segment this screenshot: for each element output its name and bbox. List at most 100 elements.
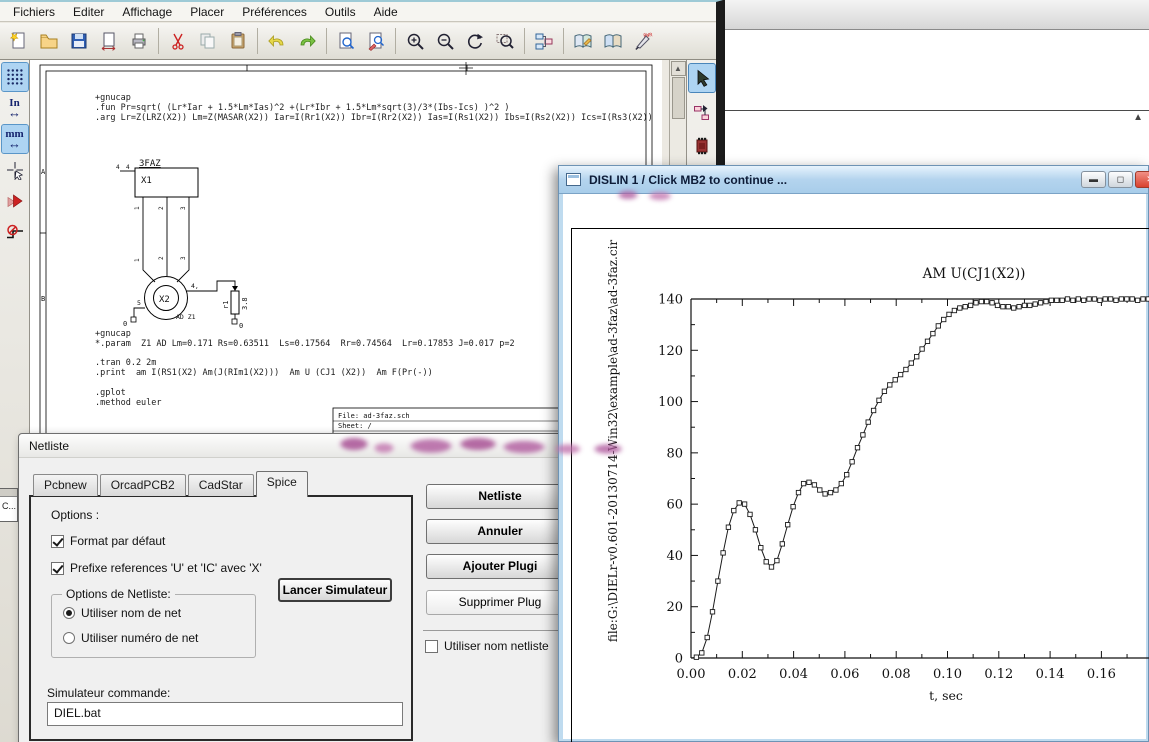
menu-aide[interactable]: Aide [365,3,407,21]
supprimer-plug-button[interactable]: Supprimer Plug [426,590,562,615]
hierarchy-nav-icon[interactable] [689,98,715,126]
select-tool-icon[interactable] [687,63,716,93]
cursor-shape-icon[interactable] [2,156,28,184]
svg-text:0.08: 0.08 [882,667,911,682]
page-settings-icon[interactable] [94,26,124,56]
hidden-pins-icon[interactable] [2,187,28,215]
find-icon[interactable] [331,26,361,56]
plot-tick-labels: 0.00 0.02 0.04 0.06 0.08 0.10 0.12 0.14 0.16 0 20 4… [658,292,1116,682]
checkbox-utiliser-nom-netliste[interactable]: Utiliser nom netliste [425,639,549,653]
netliste-button[interactable]: Netliste [426,484,562,509]
svg-text:0.14: 0.14 [1036,667,1065,682]
place-component-icon[interactable] [689,132,715,160]
radio-utiliser-numero-de-net[interactable]: Utiliser numéro de net [63,631,198,645]
svg-text:140: 140 [658,292,683,307]
lancer-simulateur-button[interactable]: Lancer Simulateur [278,578,392,602]
component-ref: X1 [141,176,152,186]
unit-inch-icon[interactable]: In ↔ [2,94,28,122]
gnd-right-label: 0 [239,322,243,330]
checkbox-box[interactable] [51,534,64,548]
ajouter-plugi-button[interactable]: Ajouter Plugi [426,554,562,579]
maximize-button[interactable]: ◻ [1108,171,1133,188]
undo-icon[interactable] [262,26,292,56]
checkbox-box[interactable] [425,639,438,653]
annotate-icon[interactable] [568,26,598,56]
toolbar-separator [158,28,159,54]
menu-affichage[interactable]: Affichage [113,3,181,21]
redo-icon[interactable] [292,26,322,56]
hierarchy-icon[interactable] [529,26,559,56]
wire-mode-icon[interactable] [2,218,28,246]
svg-text:0.04: 0.04 [779,667,808,682]
titleblock-file: File: ad-3faz.sch [338,412,410,420]
double-arrow-icon: ↔ [8,136,21,151]
netliste-dialog-title: Netliste [29,439,70,453]
netliste-dialog-titlebar: Netliste [19,434,562,458]
checkbox-format-par-defaut[interactable]: Format par défaut [51,534,165,548]
menu-bar: Fichiers Editer Affichage Placer Préférences… [0,2,716,22]
tab-spice[interactable]: Spice [255,471,308,497]
netliste-dialog: Netliste Pcbnew OrcadPCB2 CadStar Spice Opt… [18,433,563,742]
motor-label: AD Z1 [176,313,196,321]
zoom-fit-icon[interactable] [490,26,520,56]
annuler-button[interactable]: Annuler [426,519,562,544]
resistor-value: 3.8 [241,297,249,310]
print-icon[interactable] [124,26,154,56]
tab-orcadpcb2[interactable]: OrcadPCB2 [99,474,186,496]
netlist-probe-icon[interactable]: PWR [628,26,658,56]
menu-placer[interactable]: Placer [181,3,233,21]
copy-icon[interactable] [193,26,223,56]
zoom-out-icon[interactable] [430,26,460,56]
menu-prfrences[interactable]: Préférences [233,3,316,21]
options-label: Options : [51,508,100,522]
scroll-up-icon[interactable]: ▲ [1133,112,1143,123]
svg-text:1: 1 [134,258,141,262]
scrollbar-thumb[interactable] [671,77,685,119]
double-arrow-icon: ↔ [8,105,21,120]
library-icon[interactable] [598,26,628,56]
svg-text:0.10: 0.10 [933,667,962,682]
desktop: ▲ Fichiers Editer Affichage Placer Préférenc… [0,0,1149,742]
gnd-left-label: 0 [123,320,127,328]
plot-curve [690,298,1149,659]
svg-text:20: 20 [666,600,683,615]
resistor-symbol[interactable]: r1 3.8 [222,286,249,315]
minimize-button[interactable]: ▬ [1081,171,1106,188]
radio-dot[interactable] [63,607,75,619]
grid-icon[interactable] [0,62,29,92]
menu-fichiers[interactable]: Fichiers [4,3,64,21]
component-3faz[interactable]: 3FAZ X1 4 4 [116,159,199,198]
radio-dot[interactable] [63,632,75,644]
background-window-titlebar [725,0,1149,30]
dislin-window-icon [566,173,581,186]
close-button[interactable]: ✕ [1135,171,1149,188]
titleblock-sheet: Sheet: / [338,422,372,430]
frame-row-a: A [41,168,46,176]
motor-ref: X2 [159,295,170,305]
cut-icon[interactable] [163,26,193,56]
unit-mm-icon[interactable]: mm ↔ [0,124,29,154]
toolbar-separator [563,28,564,54]
scrollbar-up-icon[interactable]: ▲ [670,61,686,76]
paste-icon[interactable] [223,26,253,56]
find-replace-icon[interactable] [361,26,391,56]
crosshair-cursor [459,62,473,75]
checkbox-prefixe-references[interactable]: Prefixe references 'U' et 'IC' avec 'X' [51,561,262,575]
save-icon[interactable] [64,26,94,56]
menu-editer[interactable]: Editer [64,3,113,21]
simulator-command-input[interactable]: DIEL.bat [47,702,403,726]
netlist-options-group: Options de Netliste: [51,587,256,658]
tab-cadstar[interactable]: CadStar [187,474,254,496]
radio-utiliser-nom-de-net[interactable]: Utiliser nom de net [63,606,181,620]
zoom-in-icon[interactable] [400,26,430,56]
plot-ylabel-filepath: file:G:\DIELr-v0.601-20130714-Win32\exam… [606,240,620,643]
checkbox-box[interactable] [51,561,64,575]
open-file-icon[interactable] [34,26,64,56]
redraw-icon[interactable] [460,26,490,56]
dislin-titlebar[interactable]: DISLIN 1 / Click MB2 to continue ... [559,166,1148,194]
svg-text:PWR: PWR [643,32,653,39]
menu-outils[interactable]: Outils [316,3,365,21]
gnucap-param-text: +gnucap *.param Z1 AD Lm=0.171 Rs=0.6351… [95,329,515,408]
new-file-icon[interactable] [4,26,34,56]
tab-pcbnew[interactable]: Pcbnew [33,474,98,496]
